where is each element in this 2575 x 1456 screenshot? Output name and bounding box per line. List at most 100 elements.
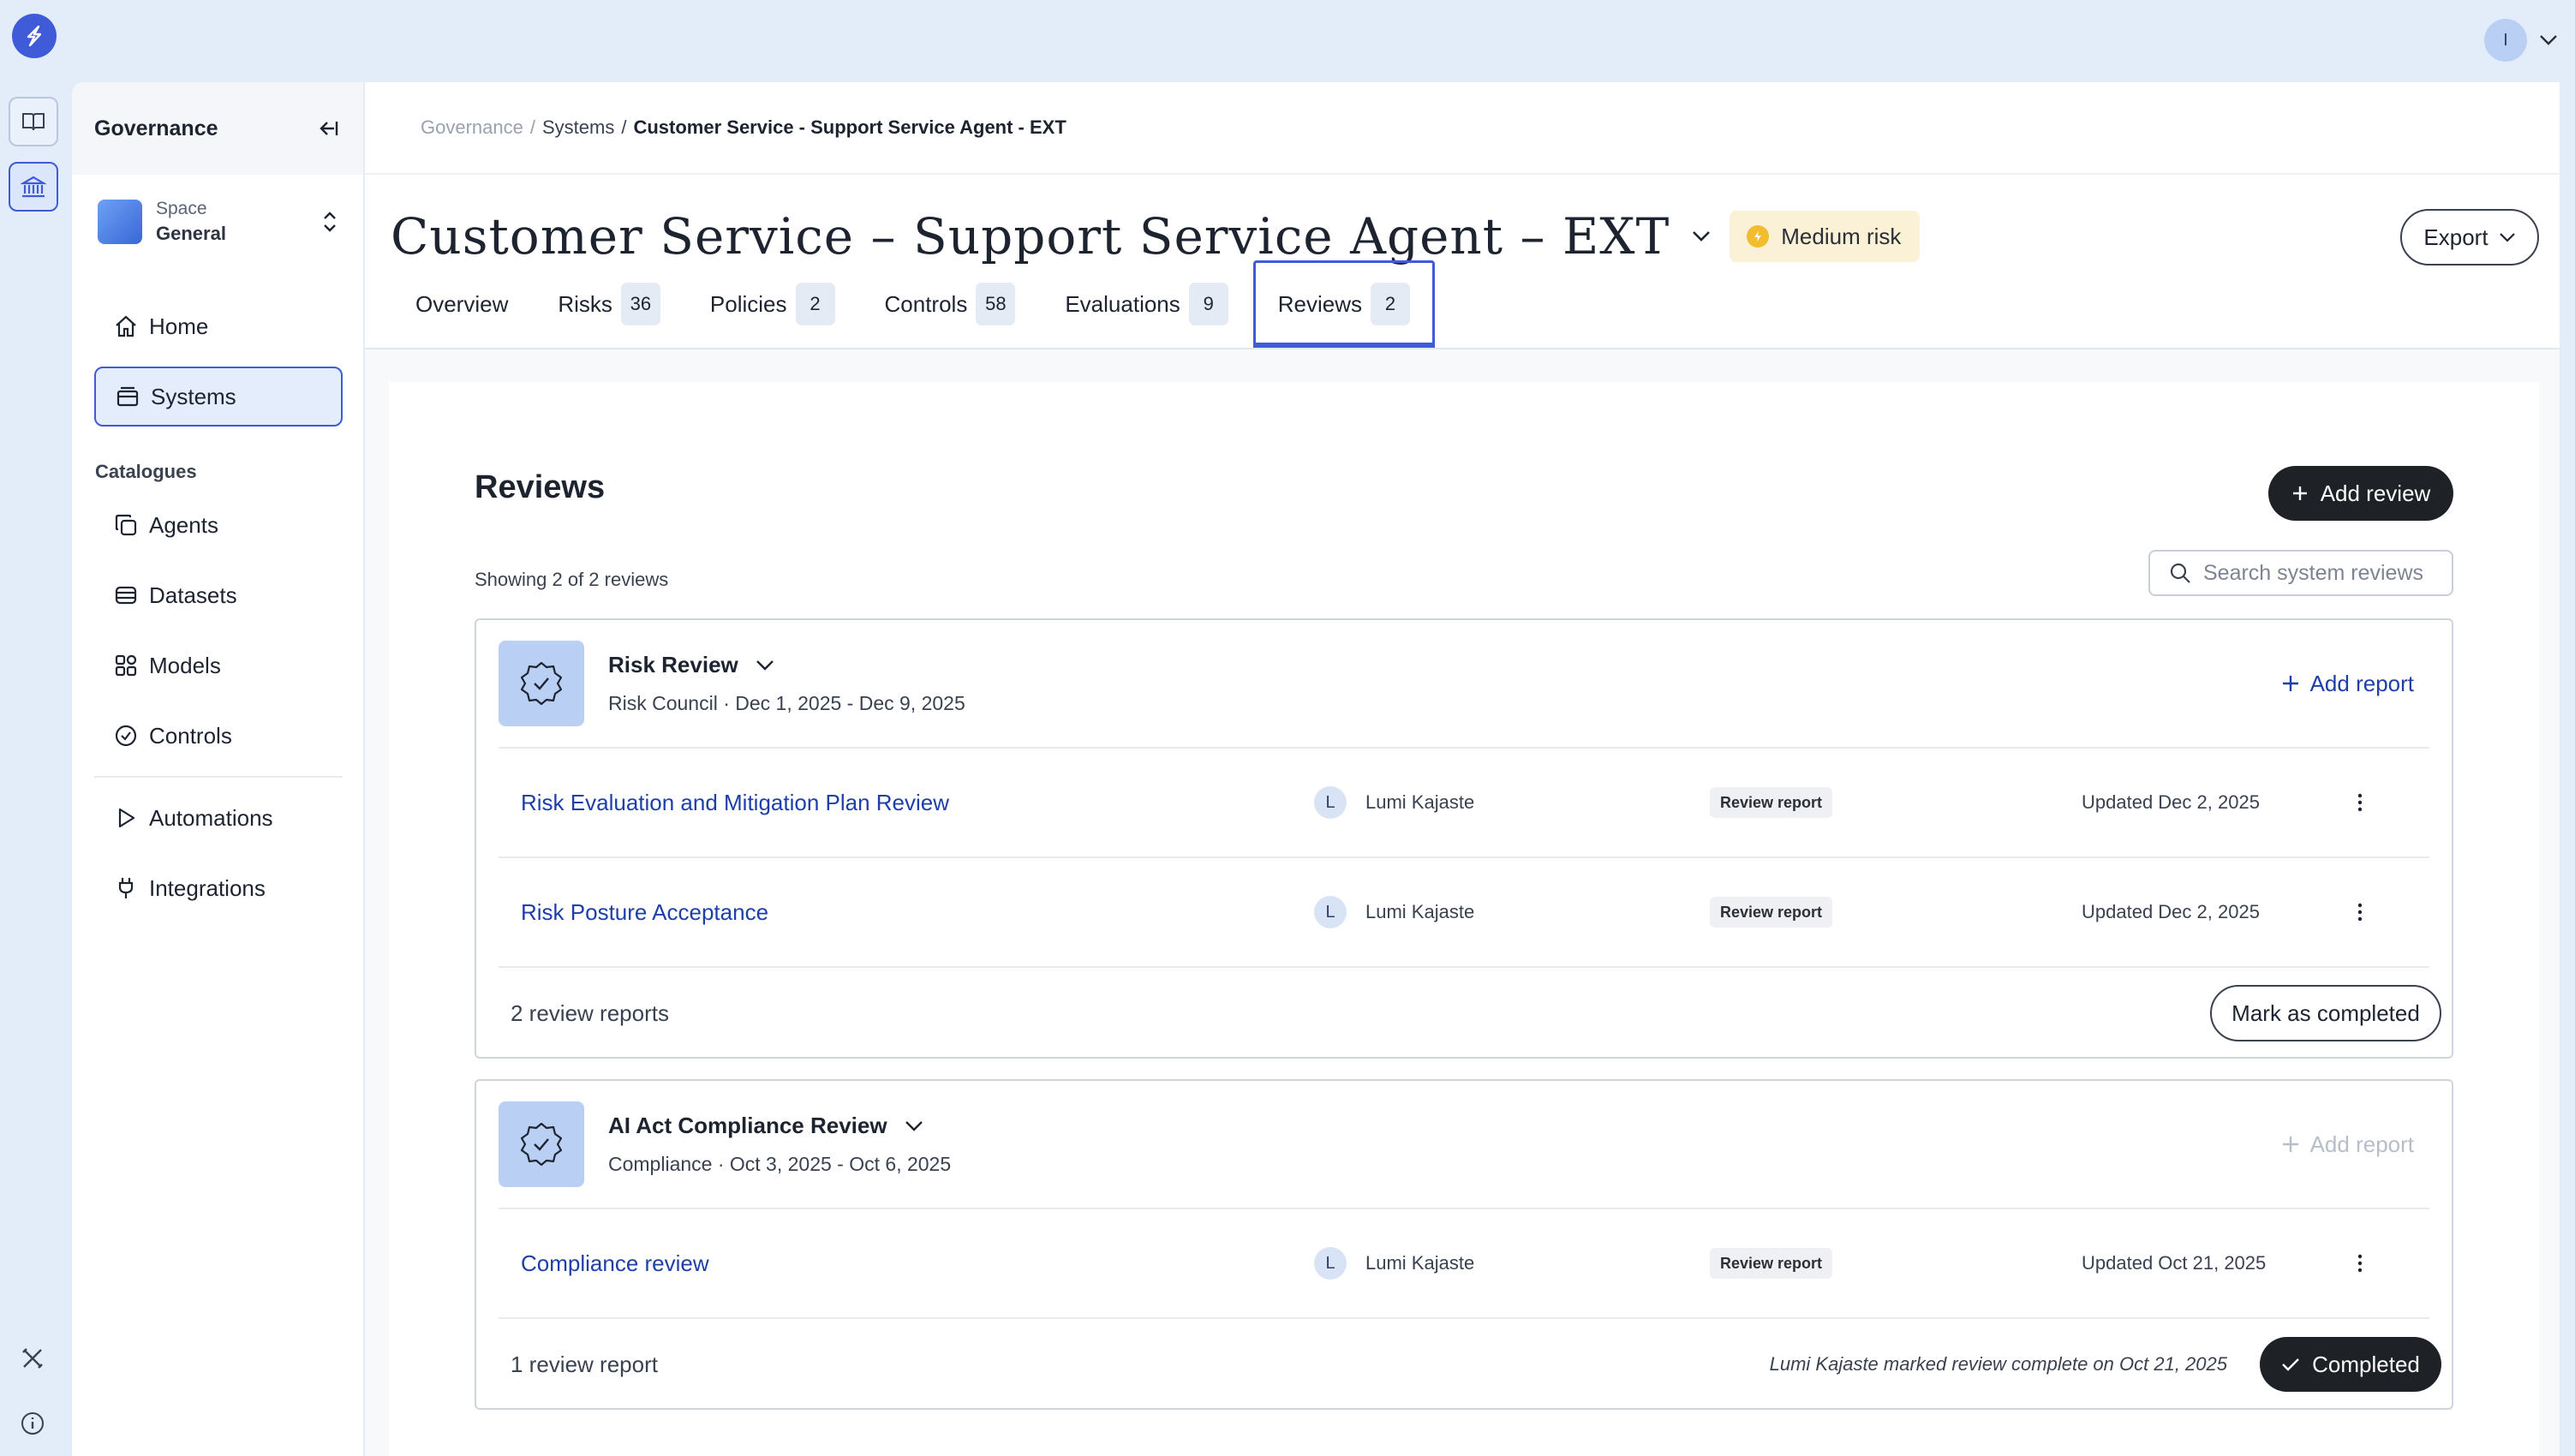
report-title-link[interactable]: Compliance review xyxy=(521,1250,709,1277)
breadcrumb-governance[interactable]: Governance xyxy=(421,116,523,139)
tools-button[interactable] xyxy=(15,1341,50,1375)
tab-controls[interactable]: Controls 58 xyxy=(860,260,1041,348)
tab-evaluations[interactable]: Evaluations 9 xyxy=(1040,260,1252,348)
report-title-link[interactable]: Risk Posture Acceptance xyxy=(521,899,768,926)
review-group-footer: 2 review reports Mark as completed xyxy=(499,966,2441,1059)
breadcrumb-separator: / xyxy=(529,116,535,138)
space-name: General xyxy=(156,223,226,244)
updated-date: Updated Dec 2, 2025 xyxy=(2082,901,2260,922)
add-report-button: Add report xyxy=(2281,1131,2414,1158)
sidebar-item-label: Integrations xyxy=(149,874,266,901)
sidebar-title: Governance xyxy=(94,116,218,140)
sidebar-item-integrations[interactable]: Integrations xyxy=(94,858,343,918)
tab-label: Policies xyxy=(709,290,787,317)
more-options-button[interactable] xyxy=(2347,895,2373,929)
chevron-down-icon xyxy=(2499,233,2515,242)
tab-label: Reviews xyxy=(1277,290,1363,317)
tab-count: 36 xyxy=(620,283,660,325)
tab-label: Risks xyxy=(558,290,612,317)
chevron-down-icon[interactable] xyxy=(1692,230,1711,242)
user-avatar[interactable]: I xyxy=(2484,19,2527,62)
space-selector[interactable]: Space General xyxy=(72,175,363,269)
plus-icon xyxy=(2292,486,2307,500)
report-count: 2 review reports xyxy=(511,1000,669,1026)
docs-button[interactable] xyxy=(9,97,58,146)
sidebar-item-agents[interactable]: Agents xyxy=(94,495,343,555)
more-vertical-icon xyxy=(2357,1254,2363,1273)
report-type-badge: Review report xyxy=(1710,787,1833,818)
tab-risks[interactable]: Risks 36 xyxy=(533,260,685,348)
sidebar-item-datasets[interactable]: Datasets xyxy=(94,565,343,625)
models-icon xyxy=(115,654,137,677)
export-label: Export xyxy=(2423,224,2488,250)
more-options-button[interactable] xyxy=(2347,785,2373,820)
tab-bar: Overview Risks 36 Policies 2 Controls 58… xyxy=(391,260,1436,348)
datasets-icon xyxy=(115,586,137,605)
report-title-link[interactable]: Risk Evaluation and Mitigation Plan Revi… xyxy=(521,790,949,816)
add-review-label: Add review xyxy=(2320,480,2431,506)
search-input[interactable] xyxy=(2203,560,2443,586)
sidebar-item-label: Agents xyxy=(149,511,218,538)
report-owner: L Lumi Kajaste xyxy=(1314,896,1474,928)
completed-label: Completed xyxy=(2312,1351,2420,1377)
user-menu[interactable]: I xyxy=(2484,19,2558,62)
table-row: Compliance review L Lumi Kajaste Review … xyxy=(499,1208,2429,1317)
review-group: AI Act Compliance Review Compliance · Oc… xyxy=(475,1079,2453,1410)
sidebar-item-controls[interactable]: Controls xyxy=(94,706,343,766)
space-folder-icon xyxy=(98,200,142,244)
search-field[interactable] xyxy=(2148,550,2453,596)
add-review-button[interactable]: Add review xyxy=(2268,466,2453,521)
chevron-down-icon[interactable] xyxy=(2539,34,2558,46)
review-name[interactable]: Risk Review xyxy=(608,652,738,678)
systems-icon xyxy=(117,386,139,407)
completed-button[interactable]: Completed xyxy=(2260,1337,2441,1392)
mark-completed-button[interactable]: Mark as completed xyxy=(2210,985,2441,1041)
controls-icon xyxy=(115,725,137,747)
more-vertical-icon xyxy=(2357,793,2363,812)
sidebar-item-systems[interactable]: Systems xyxy=(94,367,343,427)
page-title: Customer Service – Support Service Agent… xyxy=(391,207,1670,266)
home-icon xyxy=(116,315,136,337)
chevron-down-icon[interactable] xyxy=(756,659,774,671)
risk-label: Medium risk xyxy=(1781,223,1902,249)
breadcrumb: Governance / Systems / Customer Service … xyxy=(365,82,2560,175)
add-report-label: Add report xyxy=(2309,1131,2414,1157)
more-options-button[interactable] xyxy=(2347,1246,2373,1280)
sidebar-item-label: Automations xyxy=(149,804,273,831)
review-name[interactable]: AI Act Compliance Review xyxy=(608,1113,887,1139)
tab-policies[interactable]: Policies 2 xyxy=(685,260,860,348)
breadcrumb-separator: / xyxy=(621,116,627,138)
add-report-button[interactable]: Add report xyxy=(2281,671,2414,697)
tab-reviews[interactable]: Reviews 2 xyxy=(1252,260,1436,348)
sidebar-item-label: Models xyxy=(149,652,221,678)
info-icon xyxy=(21,1412,44,1435)
sidebar-item-automations[interactable]: Automations xyxy=(94,788,343,848)
report-owner: L Lumi Kajaste xyxy=(1314,1247,1474,1280)
risk-level-icon xyxy=(1747,225,1770,248)
report-type-badge: Review report xyxy=(1710,1248,1833,1279)
plus-icon xyxy=(2282,1137,2298,1152)
review-group-footer: 1 review report Lumi Kajaste marked revi… xyxy=(499,1317,2441,1410)
tab-count: 2 xyxy=(795,283,835,325)
governance-button[interactable] xyxy=(9,162,58,212)
review-badge-icon xyxy=(499,641,584,726)
sidebar-item-home[interactable]: Home xyxy=(94,296,343,356)
tab-count: 58 xyxy=(976,283,1016,325)
reviews-heading: Reviews xyxy=(475,469,606,505)
sidebar-item-models[interactable]: Models xyxy=(94,636,343,695)
space-label: Space xyxy=(156,199,207,218)
export-button[interactable]: Export xyxy=(2400,209,2539,266)
breadcrumb-systems[interactable]: Systems xyxy=(542,116,614,139)
chevron-down-icon[interactable] xyxy=(905,1120,923,1132)
review-group-header: AI Act Compliance Review Compliance · Oc… xyxy=(499,1101,2414,1187)
logo-icon xyxy=(27,25,42,47)
collapse-sidebar-icon[interactable] xyxy=(315,118,339,139)
report-owner: L Lumi Kajaste xyxy=(1314,786,1474,819)
tab-label: Overview xyxy=(415,290,509,317)
tab-overview[interactable]: Overview xyxy=(391,260,533,348)
sidebar-item-label: Controls xyxy=(149,722,232,749)
completion-note: Lumi Kajaste marked review complete on O… xyxy=(1769,1353,2227,1375)
review-badge-icon xyxy=(499,1101,584,1187)
info-button[interactable] xyxy=(15,1406,50,1441)
app-logo[interactable] xyxy=(12,14,57,58)
